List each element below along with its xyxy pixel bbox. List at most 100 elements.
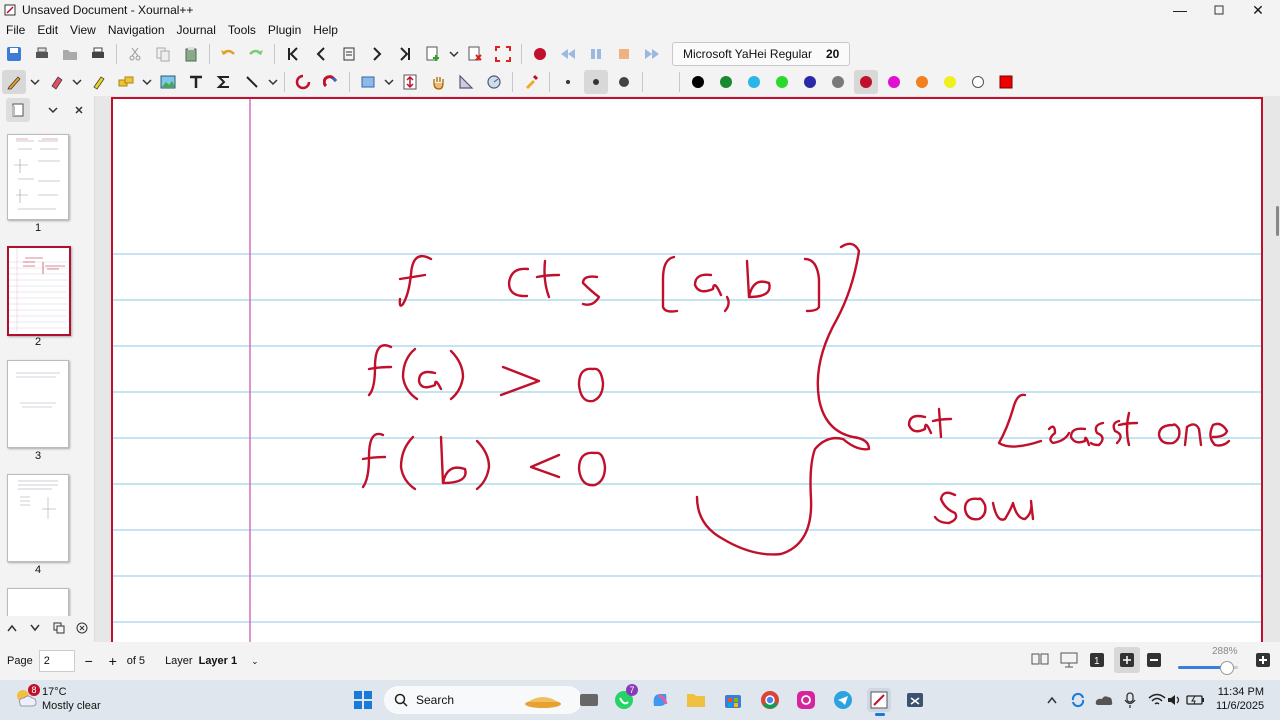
pause-icon[interactable]: [584, 42, 608, 66]
minimize-button[interactable]: —: [1160, 0, 1200, 20]
ruler-magnet-icon[interactable]: [319, 70, 343, 94]
text-tool-icon[interactable]: [184, 70, 208, 94]
compass-icon[interactable]: [482, 70, 506, 94]
next-page-icon[interactable]: [365, 42, 389, 66]
menu-view[interactable]: View: [64, 23, 102, 37]
highlighter-tool-icon[interactable]: [86, 70, 110, 94]
record-icon[interactable]: [528, 42, 552, 66]
pen-dropdown-icon[interactable]: [28, 70, 42, 94]
move-page-up-icon[interactable]: [6, 622, 18, 636]
setsquare-icon[interactable]: [454, 70, 478, 94]
sidebar-close-icon[interactable]: [72, 98, 86, 122]
copy-icon[interactable]: [151, 42, 175, 66]
hand-tool-icon[interactable]: [426, 70, 450, 94]
color-light-green[interactable]: [770, 70, 794, 94]
color-red[interactable]: [854, 70, 878, 94]
color-orange[interactable]: [910, 70, 934, 94]
font-selector-button[interactable]: Microsoft YaHei Regular 20: [672, 42, 851, 66]
pen-tool-icon[interactable]: [2, 70, 26, 94]
page-thumbnail-5[interactable]: [7, 588, 69, 617]
copy-page-icon[interactable]: [53, 622, 65, 637]
copilot-icon[interactable]: [648, 688, 672, 712]
zoom-fit-icon[interactable]: [1114, 647, 1140, 673]
paste-icon[interactable]: [179, 42, 203, 66]
page-preview-icon[interactable]: [6, 98, 30, 122]
instagram-icon[interactable]: [794, 688, 818, 712]
select-dropdown-icon[interactable]: [140, 70, 154, 94]
page-thumbnail-2[interactable]: [7, 246, 71, 336]
xournal-taskbar-icon[interactable]: [867, 688, 891, 716]
menu-tools[interactable]: Tools: [222, 23, 262, 37]
show-hidden-icons[interactable]: [1040, 688, 1064, 712]
close-window-button[interactable]: ✕: [1238, 0, 1278, 20]
zoom-out-icon[interactable]: [1146, 652, 1162, 671]
rectangle-tool-icon[interactable]: [356, 70, 380, 94]
color-green[interactable]: [714, 70, 738, 94]
two-page-view-icon[interactable]: [1031, 652, 1049, 669]
plugin-tool-icon[interactable]: [519, 70, 543, 94]
color-yellow[interactable]: [938, 70, 962, 94]
microphone-icon[interactable]: [1118, 688, 1142, 712]
layer-select[interactable]: Layer 1: [199, 655, 238, 667]
telegram-icon[interactable]: [831, 688, 855, 712]
thick-dot-icon[interactable]: [612, 70, 636, 94]
goto-page-icon[interactable]: [337, 42, 361, 66]
first-page-icon[interactable]: [281, 42, 305, 66]
notebook-page[interactable]: [111, 97, 1263, 642]
redo-icon[interactable]: [244, 42, 268, 66]
medium-dot-icon[interactable]: [584, 70, 608, 94]
rewind-icon[interactable]: [556, 42, 580, 66]
print-icon[interactable]: [30, 42, 54, 66]
menu-help[interactable]: Help: [307, 23, 344, 37]
presentation-mode-icon[interactable]: [1060, 652, 1078, 671]
select-tool-icon[interactable]: [114, 70, 138, 94]
undo-icon[interactable]: [216, 42, 240, 66]
canvas-area[interactable]: [95, 96, 1280, 642]
image-tool-icon[interactable]: [156, 70, 180, 94]
color-black[interactable]: [686, 70, 710, 94]
fast-forward-icon[interactable]: [640, 42, 664, 66]
vertical-scrollbar[interactable]: [1276, 206, 1279, 236]
thin-dot-icon[interactable]: [556, 70, 580, 94]
vertical-space-icon[interactable]: [398, 70, 422, 94]
weather-icon[interactable]: 8: [14, 684, 40, 710]
battery-icon[interactable]: [1184, 688, 1208, 712]
open-folder-icon[interactable]: [58, 42, 82, 66]
last-page-icon[interactable]: [393, 42, 417, 66]
add-page-dropdown-icon[interactable]: [447, 42, 461, 66]
page-decrement-button[interactable]: −: [77, 653, 101, 669]
add-page-icon[interactable]: [421, 42, 445, 66]
page-increment-button[interactable]: +: [101, 653, 125, 669]
zoom-slider-handle[interactable]: [1220, 661, 1234, 675]
previous-page-icon[interactable]: [309, 42, 333, 66]
color-magenta[interactable]: [882, 70, 906, 94]
color-blue[interactable]: [798, 70, 822, 94]
menu-edit[interactable]: Edit: [31, 23, 64, 37]
zoom-in-icon[interactable]: [1255, 652, 1271, 671]
taskbar-search-box[interactable]: Search: [384, 686, 582, 714]
line-tool-icon[interactable]: [240, 70, 264, 94]
delete-page-sidebar-icon[interactable]: [76, 622, 88, 637]
task-view-icon[interactable]: [577, 688, 601, 712]
color-gray[interactable]: [826, 70, 850, 94]
delete-page-icon[interactable]: [463, 42, 487, 66]
page-thumbnail-1[interactable]: [7, 134, 69, 220]
file-explorer-icon[interactable]: [684, 688, 708, 712]
custom-color-button[interactable]: [994, 70, 1018, 94]
printer-icon[interactable]: [86, 42, 110, 66]
windows-start-icon[interactable]: [351, 688, 375, 712]
menu-plugin[interactable]: Plugin: [262, 23, 307, 37]
cut-icon[interactable]: [123, 42, 147, 66]
sidebar-dropdown-icon[interactable]: [46, 98, 60, 122]
color-white[interactable]: [966, 70, 990, 94]
menu-navigation[interactable]: Navigation: [102, 23, 171, 37]
page-number-input[interactable]: 2: [38, 650, 75, 672]
onedrive-icon[interactable]: [1092, 688, 1116, 712]
stop-icon[interactable]: [612, 42, 636, 66]
zoom-100-icon[interactable]: 1: [1089, 652, 1105, 671]
color-light-blue[interactable]: [742, 70, 766, 94]
menu-file[interactable]: File: [0, 23, 31, 37]
microsoft-store-icon[interactable]: [721, 688, 745, 712]
fullscreen-icon[interactable]: [491, 42, 515, 66]
clock-time[interactable]: 11:34 PM: [1216, 686, 1264, 698]
